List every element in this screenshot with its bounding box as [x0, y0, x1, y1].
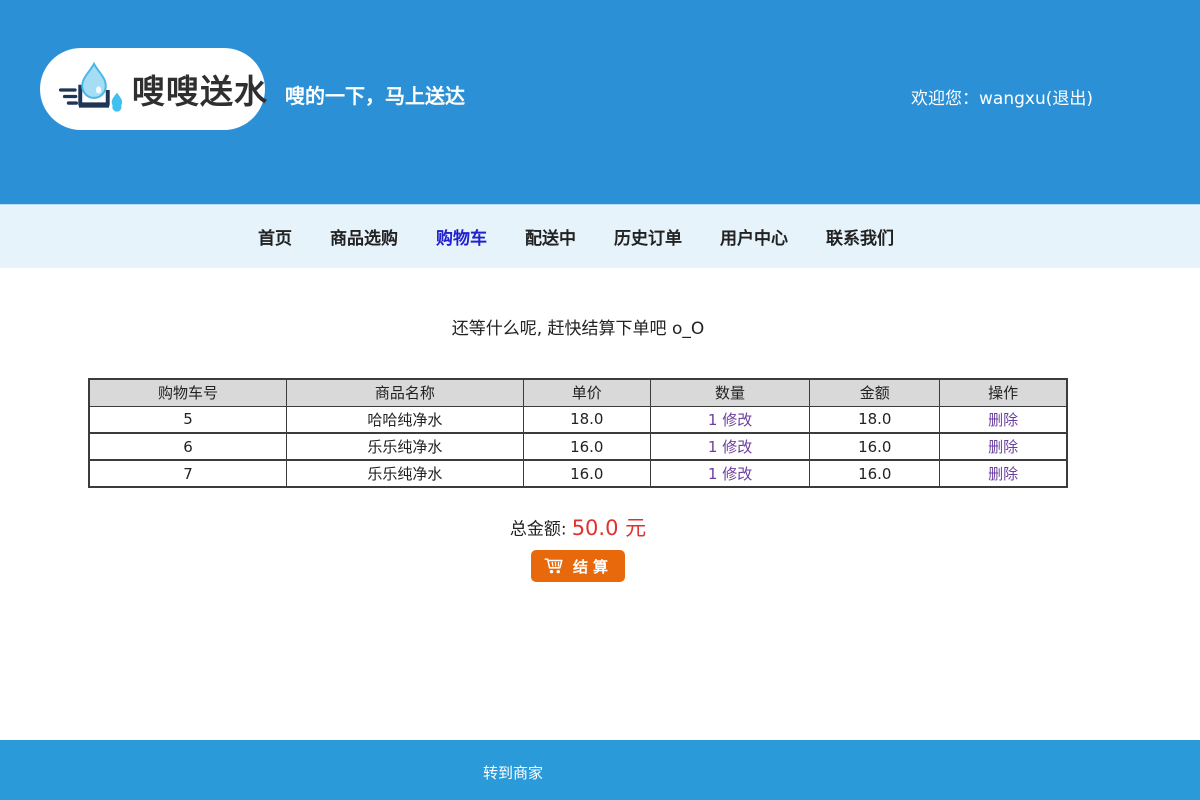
- checkout-label: 结算: [573, 556, 613, 577]
- delete-link[interactable]: 删除: [988, 438, 1018, 456]
- cell-amount: 16.0: [810, 433, 940, 460]
- cell-amount: 16.0: [810, 460, 940, 487]
- delete-link[interactable]: 删除: [988, 411, 1018, 429]
- merchant-link[interactable]: 转到商家: [483, 762, 543, 783]
- nav-item-history-orders[interactable]: 历史订单: [614, 224, 682, 249]
- col-header-cart-id: 购物车号: [89, 379, 287, 406]
- cell-actions: 删除: [940, 433, 1067, 460]
- modify-link[interactable]: 修改: [722, 465, 752, 483]
- welcome-text: 欢迎您：wangxu(退出): [911, 84, 1093, 109]
- qty-value: 1: [708, 411, 718, 429]
- col-header-amount: 金额: [810, 379, 940, 406]
- nav-item-user-center[interactable]: 用户中心: [720, 224, 788, 249]
- table-header-row: 购物车号 商品名称 单价 数量 金额 操作: [89, 379, 1067, 406]
- qty-value: 1: [708, 438, 718, 456]
- cell-product: 乐乐纯净水: [287, 460, 524, 487]
- nav-item-shop[interactable]: 商品选购: [330, 224, 398, 249]
- cell-price: 16.0: [523, 433, 650, 460]
- page-header: 嗖嗖送水 嗖的一下，马上送达 欢迎您：wangxu(退出): [0, 0, 1200, 204]
- cell-cart-id: 7: [89, 460, 287, 487]
- cell-cart-id: 5: [89, 406, 287, 433]
- nav-item-delivering[interactable]: 配送中: [525, 224, 576, 249]
- cart-table: 购物车号 商品名称 单价 数量 金额 操作 5 哈哈纯净水 18.0 1 修改 …: [88, 378, 1068, 488]
- cart-message: 还等什么呢, 赶快结算下单吧 o_O: [88, 314, 1068, 334]
- col-header-actions: 操作: [940, 379, 1067, 406]
- cell-product: 哈哈纯净水: [287, 406, 524, 433]
- nav-item-cart[interactable]: 购物车: [436, 224, 487, 249]
- cell-price: 16.0: [523, 460, 650, 487]
- nav-item-contact[interactable]: 联系我们: [826, 224, 894, 249]
- modify-link[interactable]: 修改: [722, 438, 752, 456]
- brand-name: 嗖嗖送水: [132, 65, 268, 113]
- col-header-price: 单价: [523, 379, 650, 406]
- cell-actions: 删除: [940, 460, 1067, 487]
- total-value: 50.0 元: [572, 516, 646, 540]
- cell-actions: 删除: [940, 406, 1067, 433]
- water-delivery-truck-icon: [58, 57, 130, 121]
- cell-qty: 1 修改: [650, 460, 809, 487]
- welcome-prefix: 欢迎您：: [911, 89, 979, 109]
- total-line: 总金额: 50.0 元: [88, 512, 1068, 538]
- page-footer: 转到商家: [0, 740, 1200, 800]
- tagline: 嗖的一下，马上送达: [285, 80, 465, 109]
- modify-link[interactable]: 修改: [722, 411, 752, 429]
- total-label: 总金额:: [510, 520, 567, 540]
- username: wangxu: [979, 89, 1046, 109]
- shopping-cart-icon: [543, 555, 565, 577]
- cell-price: 18.0: [523, 406, 650, 433]
- col-header-qty: 数量: [650, 379, 809, 406]
- cell-amount: 18.0: [810, 406, 940, 433]
- nav-item-home[interactable]: 首页: [258, 224, 292, 249]
- cell-cart-id: 6: [89, 433, 287, 460]
- main-content: 还等什么呢, 赶快结算下单吧 o_O 购物车号 商品名称 单价 数量 金额 操作…: [0, 268, 1200, 582]
- checkout-button[interactable]: 结算: [531, 550, 625, 582]
- cell-qty: 1 修改: [650, 433, 809, 460]
- cell-product: 乐乐纯净水: [287, 433, 524, 460]
- table-row: 6 乐乐纯净水 16.0 1 修改 16.0 删除: [89, 433, 1067, 460]
- logout-link[interactable]: (退出): [1046, 89, 1093, 109]
- table-row: 5 哈哈纯净水 18.0 1 修改 18.0 删除: [89, 406, 1067, 433]
- col-header-product: 商品名称: [287, 379, 524, 406]
- qty-value: 1: [708, 465, 718, 483]
- logo[interactable]: 嗖嗖送水: [40, 48, 265, 130]
- cell-qty: 1 修改: [650, 406, 809, 433]
- delete-link[interactable]: 删除: [988, 465, 1018, 483]
- main-nav: 首页 商品选购 购物车 配送中 历史订单 用户中心 联系我们: [0, 204, 1200, 268]
- table-row: 7 乐乐纯净水 16.0 1 修改 16.0 删除: [89, 460, 1067, 487]
